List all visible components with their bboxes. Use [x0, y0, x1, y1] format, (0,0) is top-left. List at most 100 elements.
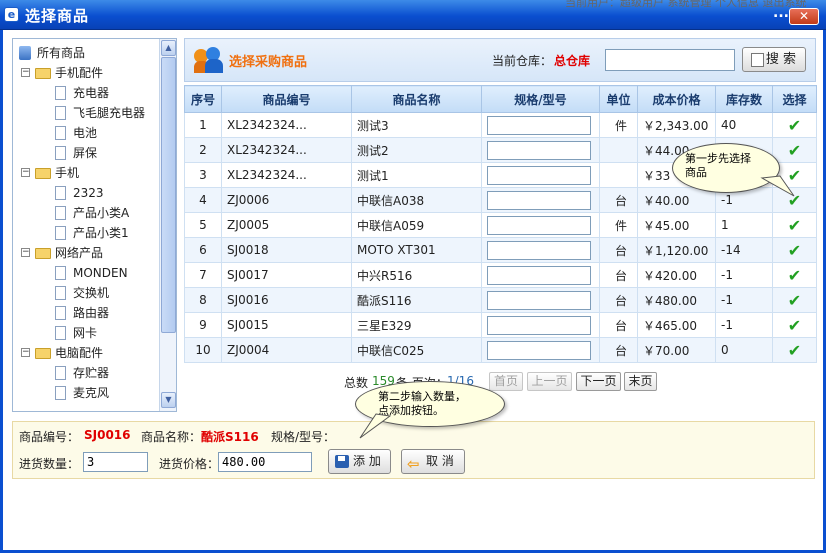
price-label: 进货价格： [159, 457, 220, 471]
tree-item[interactable]: 充电器 [13, 83, 158, 103]
tree-item-label: 电池 [73, 126, 98, 140]
collapse-icon[interactable]: − [21, 68, 30, 77]
price-input[interactable] [218, 452, 312, 472]
product-code: XL2342324... [221, 137, 352, 163]
document-icon [55, 186, 66, 200]
table-row[interactable]: 10 ZJ0004 中联信C025 台 ￥70.00 0 ✔ [184, 337, 817, 363]
prev-page-button[interactable]: 上一页 [527, 372, 572, 391]
tree-item-label: MONDEN [73, 266, 128, 280]
search-button[interactable]: 搜 索 [742, 47, 806, 72]
add-button[interactable]: 添 加 [328, 449, 391, 474]
search-input[interactable] [605, 49, 735, 71]
tree-root-node[interactable]: 所有商品 [13, 43, 158, 63]
document-icon [55, 146, 66, 160]
last-page-button[interactable]: 末页 [624, 372, 657, 391]
select-cell[interactable]: ✔ [772, 337, 817, 363]
scroll-down-icon[interactable]: ▼ [161, 392, 176, 408]
table-row[interactable]: 6 SJ0018 MOTO XT301 台 ￥1,120.00 -14 ✔ [184, 237, 817, 263]
spec-input[interactable] [487, 315, 591, 335]
code-label: 商品编号： [19, 430, 80, 444]
table-row[interactable]: 8 SJ0016 酷派S116 台 ￥480.00 -1 ✔ [184, 287, 817, 313]
spec-input[interactable] [487, 290, 591, 310]
collapse-icon[interactable]: − [21, 248, 30, 257]
spec-input[interactable] [487, 140, 591, 160]
tree-scrollbar[interactable]: ▲ ▼ [159, 39, 176, 411]
spec-label: 规格/型号： [271, 430, 336, 444]
collapse-icon[interactable]: − [21, 168, 30, 177]
spec-cell [481, 262, 600, 288]
window-titlebar: e 选择商品 当前用户：超级用户 系统管理 个人信息 退出系统 ... ✕ [0, 0, 826, 30]
cancel-button[interactable]: ⇦ 取 消 [401, 449, 465, 474]
spec-input[interactable] [487, 215, 591, 235]
select-cell[interactable]: ✔ [772, 287, 817, 313]
product-code: SJ0017 [221, 262, 352, 288]
select-cell[interactable]: ✔ [772, 212, 817, 238]
tree-item-label: 充电器 [73, 86, 110, 100]
check-icon[interactable]: ✔ [788, 241, 801, 260]
tree-item[interactable]: 麦克风 [13, 383, 158, 403]
column-header: 规格/型号 [481, 85, 600, 113]
spec-cell [481, 287, 600, 313]
collapse-icon[interactable]: − [21, 348, 30, 357]
scrollbar-thumb[interactable] [161, 57, 176, 333]
check-icon[interactable]: ✔ [788, 291, 801, 310]
product-code: ZJ0005 [221, 212, 352, 238]
document-icon [55, 226, 66, 240]
tree-item[interactable]: 产品小类1 [13, 223, 158, 243]
tree-item[interactable]: 电池 [13, 123, 158, 143]
spec-input[interactable] [487, 165, 591, 185]
tree-item[interactable]: 网卡 [13, 323, 158, 343]
check-icon[interactable]: ✔ [788, 341, 801, 360]
table-row[interactable]: 1 XL2342324... 测试3 件 ￥2,343.00 40 ✔ [184, 112, 817, 138]
check-icon[interactable]: ✔ [788, 266, 801, 285]
category-tree: 所有商品 − 手机配件 充电器 飞毛腿充电器 电池 屏保 − 手机 2323 产品小类A 产品小类1−… [12, 38, 177, 412]
product-panel: 选择采购商品 当前仓库： 总仓库 搜 索 序号 商品编号 商品名称 规格/型号 单位 成本… [184, 38, 817, 374]
check-icon[interactable]: ✔ [788, 141, 801, 160]
tree-item[interactable]: 2323 [13, 183, 158, 203]
row-number: 1 [184, 112, 222, 138]
spec-input[interactable] [487, 115, 591, 135]
stock-count: 1 [715, 212, 773, 238]
select-cell[interactable]: ✔ [772, 312, 817, 338]
tree-item[interactable]: 存贮器 [13, 363, 158, 383]
tree-item-label: 屏保 [73, 146, 98, 160]
tree-item[interactable]: 路由器 [13, 303, 158, 323]
tree-item[interactable]: − 网络产品 [13, 243, 158, 263]
scroll-up-icon[interactable]: ▲ [161, 40, 176, 56]
select-cell[interactable]: ✔ [772, 112, 817, 138]
product-name: 中兴R516 [351, 262, 482, 288]
spec-input[interactable] [487, 340, 591, 360]
name-label: 商品名称： [141, 430, 202, 444]
table-row[interactable]: 9 SJ0015 三星E329 台 ￥465.00 -1 ✔ [184, 312, 817, 338]
tree-item[interactable]: 产品小类A [13, 203, 158, 223]
tree-item-label: 存贮器 [73, 366, 110, 380]
check-icon[interactable]: ✔ [788, 316, 801, 335]
spec-input[interactable] [487, 240, 591, 260]
tree-item[interactable]: 交换机 [13, 283, 158, 303]
table-row[interactable]: 5 ZJ0005 中联信A059 件 ￥45.00 1 ✔ [184, 212, 817, 238]
spec-input[interactable] [487, 190, 591, 210]
tree-item[interactable]: 屏保 [13, 143, 158, 163]
stock-count: -1 [715, 262, 773, 288]
select-cell[interactable]: ✔ [772, 262, 817, 288]
tree-item[interactable]: 飞毛腿充电器 [13, 103, 158, 123]
unit: 台 [599, 237, 638, 263]
tree-item[interactable]: − 电脑配件 [13, 343, 158, 363]
quantity-input[interactable] [83, 452, 148, 472]
next-page-button[interactable]: 下一页 [576, 372, 621, 391]
table-row[interactable]: 7 SJ0017 中兴R516 台 ￥420.00 -1 ✔ [184, 262, 817, 288]
tree-item[interactable]: MONDEN [13, 263, 158, 283]
select-cell[interactable]: ✔ [772, 237, 817, 263]
select-cell[interactable]: ✔ [772, 137, 817, 163]
spec-input[interactable] [487, 265, 591, 285]
check-icon[interactable]: ✔ [788, 216, 801, 235]
document-icon [55, 126, 66, 140]
close-button[interactable]: ✕ [789, 8, 819, 25]
first-page-button[interactable]: 首页 [489, 372, 523, 391]
product-name: 酷派S116 [351, 287, 482, 313]
product-name: 三星E329 [351, 312, 482, 338]
tree-item[interactable]: − 手机 [13, 163, 158, 183]
check-icon[interactable]: ✔ [788, 116, 801, 135]
tree-item[interactable]: − 手机配件 [13, 63, 158, 83]
cost-price: ￥2,343.00 [637, 112, 716, 138]
